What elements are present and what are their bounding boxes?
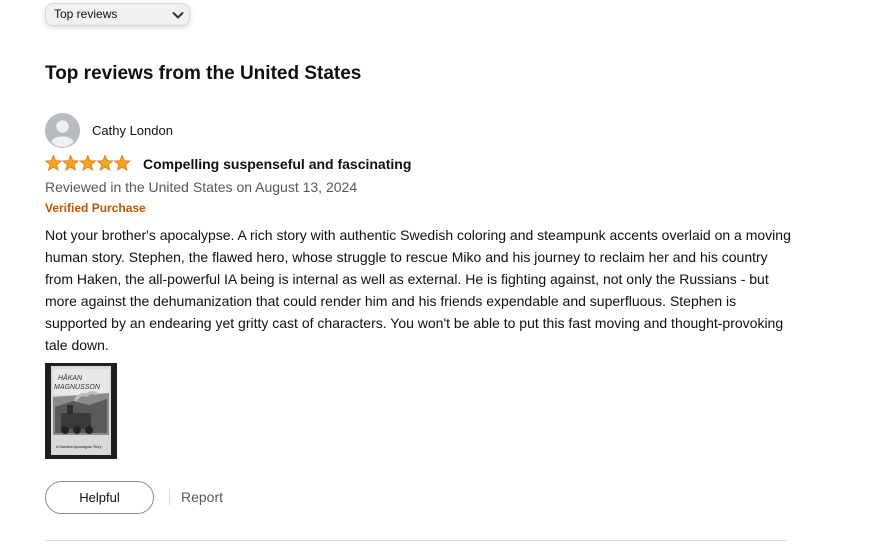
review-divider	[45, 540, 787, 541]
chevron-down-icon	[172, 12, 184, 19]
star-rating[interactable]	[45, 155, 131, 172]
star-icon	[78, 155, 97, 172]
star-icon	[61, 155, 80, 172]
report-link[interactable]: Report	[181, 486, 223, 508]
star-icon	[113, 155, 131, 172]
star-icon	[45, 155, 63, 172]
book-author-line2: MAGNUSSON	[54, 384, 101, 391]
review-image-thumbnail[interactable]: HÅKAN MAGNUSSON A Swedish Apocalypse Sto…	[45, 363, 117, 459]
section-title: Top reviews from the United States	[45, 63, 362, 84]
review-body: Not your brother's apocalypse. A rich st…	[45, 227, 791, 353]
book-cover-image: HÅKAN MAGNUSSON A Swedish Apocalypse Sto…	[45, 363, 117, 459]
action-divider	[169, 489, 170, 505]
reviewer-name[interactable]: Cathy London	[92, 121, 173, 141]
user-avatar-icon[interactable]	[45, 113, 80, 148]
verified-purchase-badge[interactable]: Verified Purchase	[45, 200, 146, 217]
review-title[interactable]: Compelling suspenseful and fascinating	[143, 154, 411, 174]
sort-selected-value: Top reviews	[54, 7, 118, 21]
helpful-button[interactable]: Helpful	[45, 481, 154, 514]
star-icon	[96, 155, 114, 172]
book-subtitle: A Swedish Apocalypse Story	[56, 445, 102, 449]
book-author-line1: HÅKAN	[58, 373, 83, 382]
sort-dropdown[interactable]: Top reviews	[45, 3, 190, 26]
review-date: Reviewed in the United States on August …	[45, 179, 358, 195]
